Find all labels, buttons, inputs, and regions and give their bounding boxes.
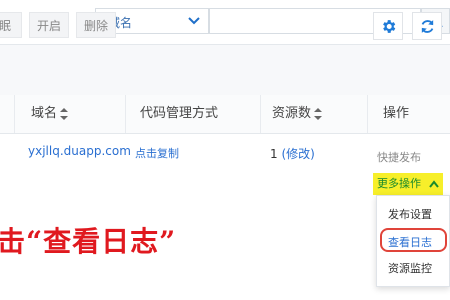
column-divider (367, 95, 368, 133)
resource-count: 1 (修改) (270, 145, 315, 162)
start-button[interactable]: 开启 (29, 12, 69, 38)
chevron-up-icon (429, 180, 439, 188)
column-header-label: 代码管理方式 (140, 106, 219, 121)
toolbar (0, 45, 450, 96)
more-actions-button[interactable]: 更多操作 (373, 173, 443, 195)
column-header-label: 域名 (31, 106, 58, 121)
column-header-label: 操作 (383, 106, 410, 121)
sort-icon (314, 107, 323, 120)
refresh-button[interactable] (412, 12, 442, 40)
domain-link[interactable]: yxjllq.duapp.com (28, 144, 131, 158)
menu-item-label: 资源监控 (388, 262, 432, 275)
quick-publish-link[interactable]: 快捷发布 (377, 149, 421, 165)
chevron-down-icon (188, 17, 200, 25)
settings-button[interactable] (373, 12, 403, 40)
instruction-annotation: 击“查看日志” (0, 225, 177, 258)
sleep-button[interactable]: 眠 (0, 12, 22, 38)
column-header-code-mgmt: 代码管理方式 (140, 95, 218, 133)
copy-link[interactable]: 点击复制 (135, 145, 179, 161)
more-actions-label: 更多操作 (377, 177, 421, 190)
column-header-resources[interactable]: 资源数 (272, 95, 323, 133)
column-header-domain[interactable]: 域名 (31, 95, 69, 133)
refresh-icon (421, 20, 434, 33)
highlight-circle (380, 228, 447, 252)
sort-icon (60, 107, 69, 120)
menu-item-label: 发布设置 (388, 208, 432, 221)
column-divider (125, 95, 126, 133)
column-divider (260, 95, 261, 133)
menu-item-resource-monitor[interactable]: 资源监控 (377, 256, 450, 282)
resource-count-value: 1 (270, 147, 278, 161)
column-header-label: 资源数 (272, 106, 312, 121)
edit-resources-link[interactable]: (修改) (281, 147, 314, 161)
gear-icon (383, 20, 396, 33)
column-header-actions: 操作 (383, 95, 409, 133)
menu-item-publish-settings[interactable]: 发布设置 (377, 202, 450, 228)
column-divider (14, 95, 15, 133)
delete-button[interactable]: 删除 (76, 12, 116, 38)
